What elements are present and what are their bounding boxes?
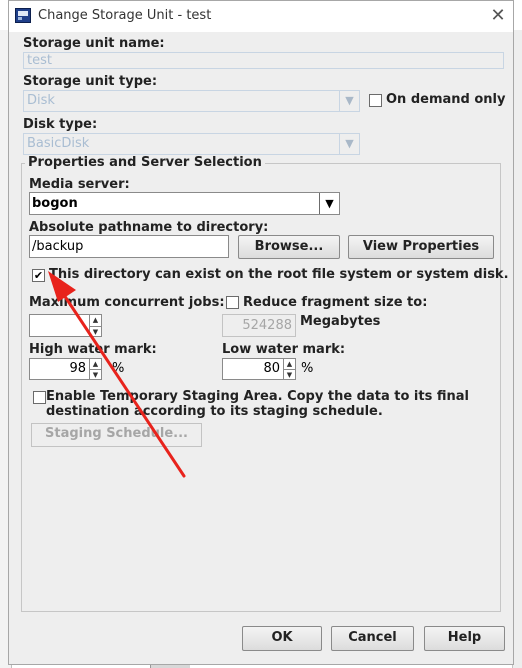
storage-unit-name-label: Storage unit name: bbox=[23, 36, 165, 51]
title-bar: Change Storage Unit - test ✕ bbox=[9, 1, 513, 32]
root-fs-checkbox[interactable]: ✔ bbox=[32, 269, 45, 282]
max-concurrent-jobs-label: Maximum concurrent jobs: bbox=[29, 295, 225, 310]
storage-unit-type-label: Storage unit type: bbox=[23, 74, 158, 89]
spinner-arrows-icon[interactable]: ▲ ▼ bbox=[89, 359, 101, 379]
properties-group-title: Properties and Server Selection bbox=[25, 155, 265, 170]
app-window-icon bbox=[15, 8, 31, 23]
enable-staging-label-line2: destination according to its staging sch… bbox=[46, 404, 383, 419]
media-server-value: bogon bbox=[32, 196, 78, 211]
enable-staging-checkbox[interactable] bbox=[33, 391, 46, 404]
on-demand-only-label: On demand only bbox=[386, 92, 506, 107]
ok-button[interactable]: OK bbox=[242, 626, 322, 651]
view-properties-button[interactable]: View Properties bbox=[348, 235, 494, 259]
low-water-mark-value: 80 bbox=[263, 361, 280, 376]
max-concurrent-jobs-spinner[interactable]: ▲ ▼ bbox=[29, 314, 102, 337]
spinner-arrows-icon[interactable]: ▲ ▼ bbox=[283, 359, 295, 379]
megabytes-label: Megabytes bbox=[300, 314, 381, 329]
staging-schedule-button: Staging Schedule... bbox=[31, 423, 202, 447]
dialog-title: Change Storage Unit - test bbox=[38, 8, 212, 23]
low-water-unit: % bbox=[301, 361, 314, 376]
high-water-mark-label: High water mark: bbox=[29, 342, 157, 357]
chevron-down-icon: ▼ bbox=[339, 134, 359, 154]
chevron-down-icon: ▼ bbox=[339, 91, 359, 111]
disk-type-combo: BasicDisk ▼ bbox=[23, 133, 360, 155]
storage-unit-name-field: test bbox=[23, 52, 504, 69]
enable-staging-label-line1: Enable Temporary Staging Area. Copy the … bbox=[46, 389, 469, 404]
fragment-size-field: 524288 bbox=[222, 314, 296, 337]
low-water-mark-spinner[interactable]: 80 ▲ ▼ bbox=[222, 358, 296, 380]
high-water-mark-spinner[interactable]: 98 ▲ ▼ bbox=[29, 358, 102, 380]
change-storage-unit-dialog: Change Storage Unit - test ✕ Storage uni… bbox=[8, 0, 514, 665]
close-icon[interactable]: ✕ bbox=[487, 5, 509, 27]
storage-unit-type-combo: Disk ▼ bbox=[23, 90, 360, 112]
media-server-combo[interactable]: bogon ▼ bbox=[29, 192, 340, 215]
high-water-mark-value: 98 bbox=[69, 361, 86, 376]
media-server-label: Media server: bbox=[29, 177, 130, 192]
reduce-fragment-checkbox[interactable] bbox=[226, 296, 239, 309]
absolute-path-label: Absolute pathname to directory: bbox=[29, 220, 269, 235]
on-demand-only-checkbox[interactable] bbox=[369, 94, 382, 107]
disk-type-label: Disk type: bbox=[23, 117, 98, 132]
absolute-path-input[interactable]: /backup bbox=[29, 235, 229, 258]
cancel-button[interactable]: Cancel bbox=[331, 626, 414, 651]
storage-unit-type-value: Disk bbox=[27, 93, 55, 108]
browse-button[interactable]: Browse... bbox=[238, 235, 340, 259]
reduce-fragment-label: Reduce fragment size to: bbox=[243, 295, 428, 310]
root-fs-checkbox-label: This directory can exist on the root fil… bbox=[49, 267, 509, 282]
low-water-mark-label: Low water mark: bbox=[222, 342, 346, 357]
high-water-unit: % bbox=[112, 361, 125, 376]
disk-type-value: BasicDisk bbox=[27, 136, 90, 151]
spinner-arrows-icon[interactable]: ▲ ▼ bbox=[89, 315, 101, 336]
help-button[interactable]: Help bbox=[424, 626, 505, 651]
chevron-down-icon[interactable]: ▼ bbox=[319, 193, 339, 214]
